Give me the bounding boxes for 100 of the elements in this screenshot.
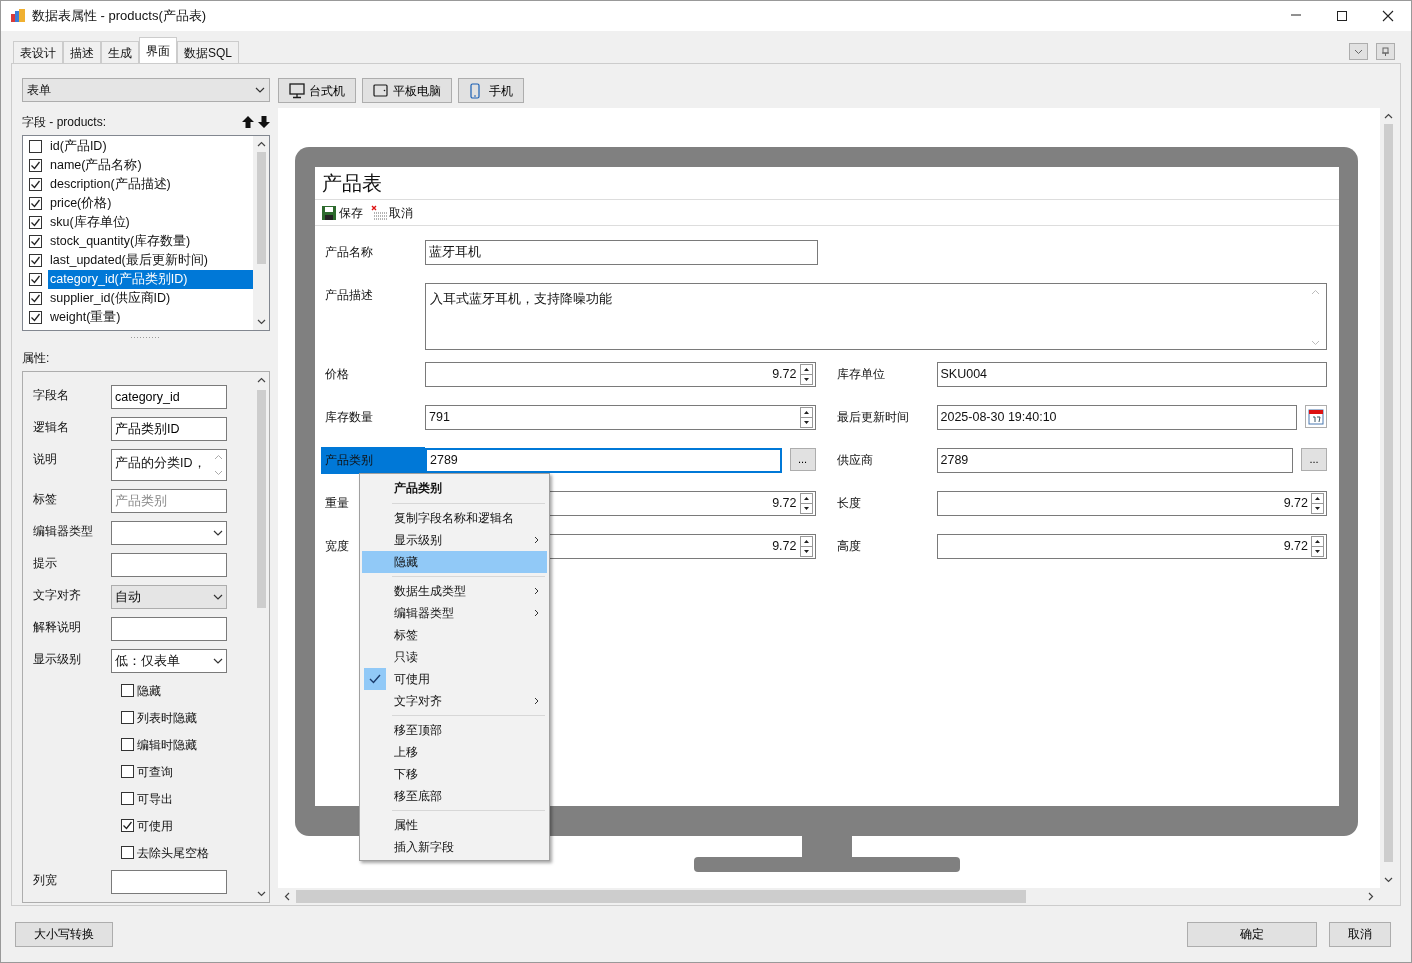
number-field[interactable]: 9.72 (425, 362, 816, 387)
checkbox[interactable] (29, 178, 42, 191)
checkbox[interactable] (29, 235, 42, 248)
tab[interactable]: 界面 (139, 37, 177, 63)
field-list-item[interactable]: id(产品ID) (48, 137, 109, 156)
scrollbar-thumb[interactable] (296, 890, 1026, 903)
scroll-left-icon[interactable] (284, 892, 290, 901)
checkbox[interactable] (121, 846, 134, 859)
number-field[interactable]: 9.72 (936, 534, 1327, 559)
lookup-button[interactable]: ... (789, 448, 816, 471)
field-list-item[interactable]: price(价格) (48, 194, 114, 213)
spinner-icon[interactable] (1311, 493, 1324, 514)
menu-item[interactable]: 上移 (362, 741, 547, 763)
lookup-button[interactable]: ... (1301, 448, 1327, 471)
field-list-item[interactable]: weight(重量) (48, 308, 123, 327)
date-field[interactable]: 2025-08-30 19:40:10 (936, 405, 1297, 430)
spinner-icon[interactable] (799, 407, 813, 428)
field-list-item[interactable]: name(产品名称) (48, 156, 144, 175)
text-field[interactable] (111, 617, 227, 641)
device-button[interactable]: 台式机 (278, 78, 356, 103)
toolbar-link[interactable]: 保存 (339, 203, 363, 222)
text-field[interactable]: 蓝牙耳机 (425, 240, 818, 265)
number-field[interactable]: 9.72 (936, 491, 1327, 516)
tab[interactable]: 表设计 (13, 41, 63, 63)
scroll-up-icon[interactable] (256, 377, 266, 383)
dialog-button[interactable]: 确定 (1187, 921, 1317, 947)
spinner-icon[interactable] (1311, 536, 1324, 557)
checkbox[interactable] (121, 765, 134, 778)
field-list-item[interactable]: stock_quantity(库存数量) (48, 232, 193, 251)
text-field[interactable] (111, 870, 227, 894)
field-list-item[interactable]: last_updated(最后更新时间) (48, 251, 210, 270)
toolbar-link[interactable]: 取消 (389, 203, 413, 222)
text-area[interactable]: 产品的分类ID， (111, 449, 227, 481)
field-list-item[interactable]: category_id(产品类别ID) (48, 270, 253, 289)
scroll-up-icon[interactable] (256, 141, 266, 147)
scrollbar-thumb[interactable] (256, 152, 266, 264)
dropdown[interactable] (111, 521, 227, 545)
text-field[interactable]: 产品类别 (111, 489, 227, 513)
number-field[interactable]: 791 (425, 405, 816, 430)
checkbox[interactable] (121, 819, 134, 832)
tab[interactable]: 数据SQL (177, 41, 239, 63)
menu-item[interactable]: 编辑器类型 (362, 602, 547, 624)
text-field[interactable]: 产品类别ID (111, 417, 227, 441)
checkbox[interactable] (29, 140, 42, 153)
menu-item[interactable]: 移至顶部 (362, 719, 547, 741)
maximize-button[interactable] (1336, 10, 1348, 22)
scrollbar-thumb[interactable] (1383, 124, 1393, 862)
calendar-button[interactable] (1305, 405, 1327, 428)
menu-item[interactable]: 可使用 (362, 668, 547, 690)
checkbox[interactable] (121, 711, 134, 724)
text-field[interactable]: SKU004 (936, 362, 1327, 387)
layout-select[interactable]: 表单 (22, 78, 270, 102)
dropdown[interactable]: 自动 (111, 585, 227, 609)
checkbox[interactable] (121, 684, 134, 697)
menu-item[interactable]: 只读 (362, 646, 547, 668)
text-field[interactable]: 2789 (425, 448, 782, 473)
tab[interactable]: 生成 (101, 41, 139, 63)
scroll-right-icon[interactable] (1368, 892, 1374, 901)
splitter-grip-icon[interactable] (131, 336, 161, 339)
menu-item[interactable]: 文字对齐 (362, 690, 547, 712)
checkbox[interactable] (29, 197, 42, 210)
case-convert-button[interactable]: 大小写转换 (15, 921, 113, 947)
field-list-item[interactable]: sku(库存单位) (48, 213, 132, 232)
scroll-down-icon[interactable] (256, 891, 266, 897)
spinner-icon[interactable] (799, 493, 813, 514)
menu-item[interactable]: 隐藏 (362, 551, 547, 573)
scroll-down-icon[interactable] (256, 319, 266, 325)
scrollbar[interactable] (253, 136, 269, 330)
checkbox[interactable] (29, 311, 42, 324)
tab[interactable]: 描述 (63, 41, 101, 63)
checkbox[interactable] (121, 792, 134, 805)
dropdown[interactable]: 低：仅表单 (111, 649, 227, 673)
checkbox[interactable] (121, 738, 134, 751)
field-list-item[interactable]: description(产品描述) (48, 175, 173, 194)
close-button[interactable] (1382, 10, 1394, 22)
arrow-down-icon[interactable] (258, 116, 270, 128)
device-button[interactable]: 手机 (458, 78, 524, 103)
cancel-icon[interactable] (371, 204, 387, 221)
text-field[interactable] (111, 553, 227, 577)
text-field[interactable]: category_id (111, 385, 227, 409)
menu-item[interactable]: 下移 (362, 763, 547, 785)
checkbox[interactable] (29, 216, 42, 229)
menu-item[interactable]: 属性 (362, 814, 547, 836)
device-button[interactable]: 平板电脑 (362, 78, 452, 103)
scrollbar-thumb[interactable] (256, 390, 266, 608)
scroll-down-icon[interactable] (1383, 877, 1393, 883)
menu-item[interactable]: 数据生成类型 (362, 580, 547, 602)
checkbox[interactable] (29, 273, 42, 286)
menu-item[interactable]: 插入新字段 (362, 836, 547, 858)
checkbox[interactable] (29, 159, 42, 172)
menu-item[interactable]: 标签 (362, 624, 547, 646)
text-field[interactable]: 2789 (936, 448, 1293, 473)
scroll-up-icon[interactable] (1383, 113, 1393, 119)
menu-item[interactable]: 移至底部 (362, 785, 547, 807)
text-area[interactable]: 入耳式蓝牙耳机，支持降噪功能 (425, 283, 1327, 350)
checkbox[interactable] (29, 292, 42, 305)
field-list-item[interactable]: supplier_id(供应商ID) (48, 289, 173, 308)
checkbox[interactable] (29, 254, 42, 267)
arrow-up-icon[interactable] (242, 116, 254, 128)
spinner-icon[interactable] (799, 364, 813, 385)
